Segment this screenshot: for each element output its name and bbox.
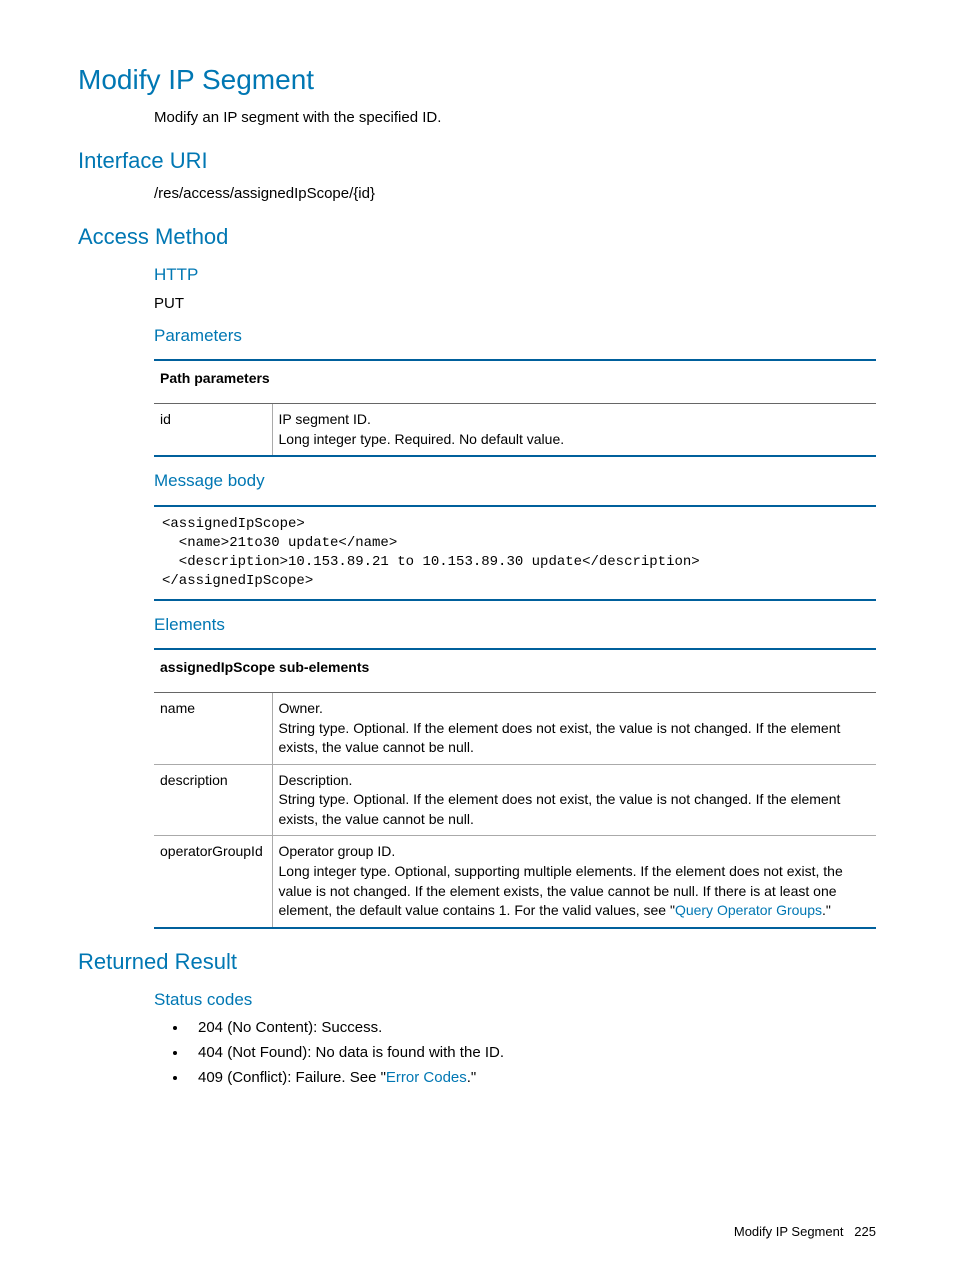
element-name: operatorGroupId <box>154 836 272 928</box>
list-item: 404 (Not Found): No data is found with t… <box>188 1042 876 1063</box>
page-title: Modify IP Segment <box>78 60 876 99</box>
message-body-heading: Message body <box>78 469 876 493</box>
section-access-method: Access Method <box>78 222 876 253</box>
table-header: assignedIpScope sub-elements <box>154 649 876 692</box>
http-heading: HTTP <box>78 263 876 287</box>
element-desc-line1: Operator group ID. <box>279 842 871 862</box>
footer-label: Modify IP Segment <box>734 1224 844 1239</box>
elements-table: assignedIpScope sub-elements name Owner.… <box>154 648 876 929</box>
param-desc-line2: Long integer type. Required. No default … <box>279 430 871 450</box>
element-desc: Operator group ID. Long integer type. Op… <box>272 836 876 928</box>
table-row: operatorGroupId Operator group ID. Long … <box>154 836 876 928</box>
param-name: id <box>154 403 272 456</box>
param-desc-line1: IP segment ID. <box>279 410 871 430</box>
section-returned-result: Returned Result <box>78 947 876 978</box>
parameters-heading: Parameters <box>78 324 876 348</box>
table-row: name Owner. String type. Optional. If th… <box>154 692 876 764</box>
table-row: id IP segment ID. Long integer type. Req… <box>154 403 876 456</box>
param-desc: IP segment ID. Long integer type. Requir… <box>272 403 876 456</box>
section-interface-uri: Interface URI <box>78 146 876 177</box>
status-codes-list: 204 (No Content): Success. 404 (Not Foun… <box>154 1017 876 1088</box>
table-row: description Description. String type. Op… <box>154 764 876 836</box>
interface-uri-value: /res/access/assignedIpScope/{id} <box>78 183 876 204</box>
element-name: description <box>154 764 272 836</box>
element-desc-line2: String type. Optional. If the element do… <box>279 790 871 829</box>
element-name: name <box>154 692 272 764</box>
query-operator-groups-link[interactable]: Query Operator Groups <box>675 902 822 918</box>
path-parameters-table: Path parameters id IP segment ID. Long i… <box>154 359 876 457</box>
page-footer: Modify IP Segment 225 <box>734 1223 876 1241</box>
footer-page-number: 225 <box>854 1224 876 1239</box>
element-desc: Description. String type. Optional. If t… <box>272 764 876 836</box>
status-codes-heading: Status codes <box>78 988 876 1012</box>
element-desc-line2: Long integer type. Optional, supporting … <box>279 862 871 921</box>
element-desc: Owner. String type. Optional. If the ele… <box>272 692 876 764</box>
table-header: Path parameters <box>154 360 876 403</box>
error-codes-link[interactable]: Error Codes <box>386 1069 467 1086</box>
element-desc-line1: Owner. <box>279 699 871 719</box>
list-item: 409 (Conflict): Failure. See "Error Code… <box>188 1067 876 1088</box>
element-desc-line2: String type. Optional. If the element do… <box>279 719 871 758</box>
message-body-code: <assignedIpScope> <name>21to30 update</n… <box>154 505 876 601</box>
element-desc-line1: Description. <box>279 771 871 791</box>
elements-heading: Elements <box>78 613 876 637</box>
list-item: 204 (No Content): Success. <box>188 1017 876 1038</box>
intro-text: Modify an IP segment with the specified … <box>78 107 876 128</box>
http-value: PUT <box>78 293 876 314</box>
